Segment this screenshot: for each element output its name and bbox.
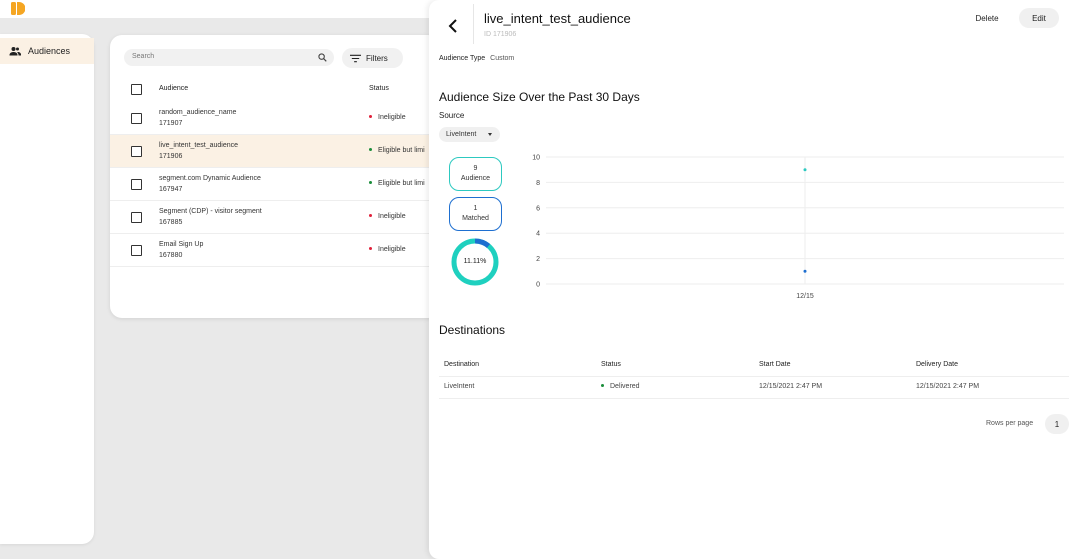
audience-size-chart: 0 2 4 6 8 10 12/15 — [532, 155, 1064, 300]
destinations-heading: Destinations — [439, 323, 506, 337]
audience-count-label: Audience — [460, 175, 491, 182]
x-tick-label: 12/15 — [796, 293, 814, 300]
filters-button[interactable]: Filters — [342, 48, 403, 68]
status-dot — [369, 180, 372, 184]
back-arrow-icon[interactable] — [445, 17, 463, 35]
divider — [439, 398, 1069, 399]
select-all-checkbox[interactable] — [131, 84, 142, 95]
search-icon — [318, 53, 327, 62]
audience-name: Segment (CDP) - visitor segment — [159, 208, 262, 215]
audience-id: 167947 — [159, 186, 183, 193]
brand-logo-icon[interactable] — [9, 1, 25, 16]
status-dot — [369, 213, 372, 217]
source-label: Source — [439, 111, 465, 120]
audience-detail-panel: live_intent_test_audience ID 171906 Dele… — [429, 0, 1080, 559]
audience-size-heading: Audience Size Over the Past 30 Days — [439, 90, 640, 104]
destination-name: LiveIntent — [444, 383, 475, 390]
table-row[interactable]: Email Sign Up 167880 Ineligible — [110, 234, 440, 267]
column-header-start-date: Start Date — [759, 361, 791, 368]
edit-button[interactable]: Edit — [1019, 8, 1059, 28]
sidebar: Audiences — [0, 34, 94, 544]
status-dot — [369, 114, 372, 118]
match-rate-label: 11.11% — [463, 258, 487, 265]
search-placeholder: Search — [132, 53, 155, 60]
delete-button[interactable]: Delete — [967, 9, 1007, 27]
audience-type-value: Custom — [490, 55, 515, 62]
status-dot — [601, 383, 604, 387]
people-icon — [9, 47, 21, 56]
row-checkbox[interactable] — [131, 212, 142, 223]
destination-delivery-date: 12/15/2021 2:47 PM — [916, 383, 980, 390]
divider — [439, 376, 1069, 377]
sidebar-item-audiences[interactable]: Audiences — [0, 38, 94, 64]
y-tick-label: 8 — [536, 180, 540, 187]
matched-count-label: Matched — [462, 215, 489, 222]
header-divider — [473, 4, 474, 44]
table-row[interactable]: live_intent_test_audience 171906 Eligibl… — [110, 135, 440, 168]
rows-per-page-label: Rows per page — [986, 420, 1034, 427]
column-header-destination: Destination — [444, 361, 480, 368]
matched-count: 1 — [473, 205, 478, 212]
column-header-audience[interactable]: Audience — [159, 85, 188, 92]
y-tick-label: 6 — [536, 205, 540, 212]
search-input[interactable]: Search — [124, 49, 334, 66]
table-row[interactable]: Segment (CDP) - visitor segment 167885 I… — [110, 201, 440, 234]
rows-per-page-select[interactable]: 1 — [1045, 414, 1069, 434]
y-tick-label: 2 — [536, 256, 540, 263]
audience-id: 167885 — [159, 219, 183, 226]
audience-name: random_audience_name — [159, 109, 237, 116]
table-row[interactable]: segment.com Dynamic Audience 167947 Elig… — [110, 168, 440, 201]
audience-count-card: 9 Audience — [449, 157, 502, 191]
status-badge: Ineligible — [369, 114, 406, 121]
y-tick-label: 4 — [536, 231, 540, 238]
status-badge: Ineligible — [369, 246, 406, 253]
audience-count: 9 — [473, 165, 478, 172]
row-checkbox[interactable] — [131, 245, 142, 256]
column-header-status[interactable]: Status — [369, 85, 389, 92]
column-header-delivery-date: Delivery Date — [916, 361, 959, 368]
data-point — [803, 168, 807, 172]
audience-list-card: Search Filters Audience Status random_au… — [110, 35, 440, 318]
filter-icon — [350, 54, 361, 62]
column-header-status: Status — [601, 361, 621, 368]
audience-id-label: ID 171906 — [484, 31, 517, 38]
matched-count-card: 1 Matched — [449, 197, 502, 231]
status-badge: Ineligible — [369, 213, 406, 220]
audience-name: Email Sign Up — [159, 241, 204, 248]
audience-type: Audience Type Custom — [439, 55, 514, 62]
audience-name: live_intent_test_audience — [159, 142, 239, 149]
source-select-value: LiveIntent — [446, 131, 477, 138]
y-tick-label: 0 — [536, 282, 540, 289]
status-dot — [369, 246, 372, 250]
row-checkbox[interactable] — [131, 113, 142, 124]
filters-label: Filters — [366, 53, 388, 63]
page-title: live_intent_test_audience — [484, 11, 631, 26]
table-row[interactable]: random_audience_name 171907 Ineligible — [110, 102, 440, 135]
audience-name: segment.com Dynamic Audience — [159, 175, 261, 182]
destination-status: Delivered — [601, 383, 640, 390]
sidebar-item-label: Audiences — [28, 46, 71, 56]
row-checkbox[interactable] — [131, 146, 142, 157]
audience-id: 167880 — [159, 252, 183, 259]
destination-start-date: 12/15/2021 2:47 PM — [759, 383, 823, 390]
status-badge: Eligible but limi — [369, 147, 425, 154]
chevron-down-icon — [488, 133, 492, 136]
source-select[interactable]: LiveIntent — [439, 127, 500, 142]
status-badge: Eligible but limi — [369, 180, 425, 187]
y-tick-label: 10 — [532, 155, 540, 162]
audience-id: 171906 — [159, 153, 183, 160]
status-dot — [369, 147, 372, 151]
audience-id: 171907 — [159, 120, 183, 127]
row-checkbox[interactable] — [131, 179, 142, 190]
data-point — [803, 269, 807, 273]
audience-type-label: Audience Type — [439, 55, 486, 62]
